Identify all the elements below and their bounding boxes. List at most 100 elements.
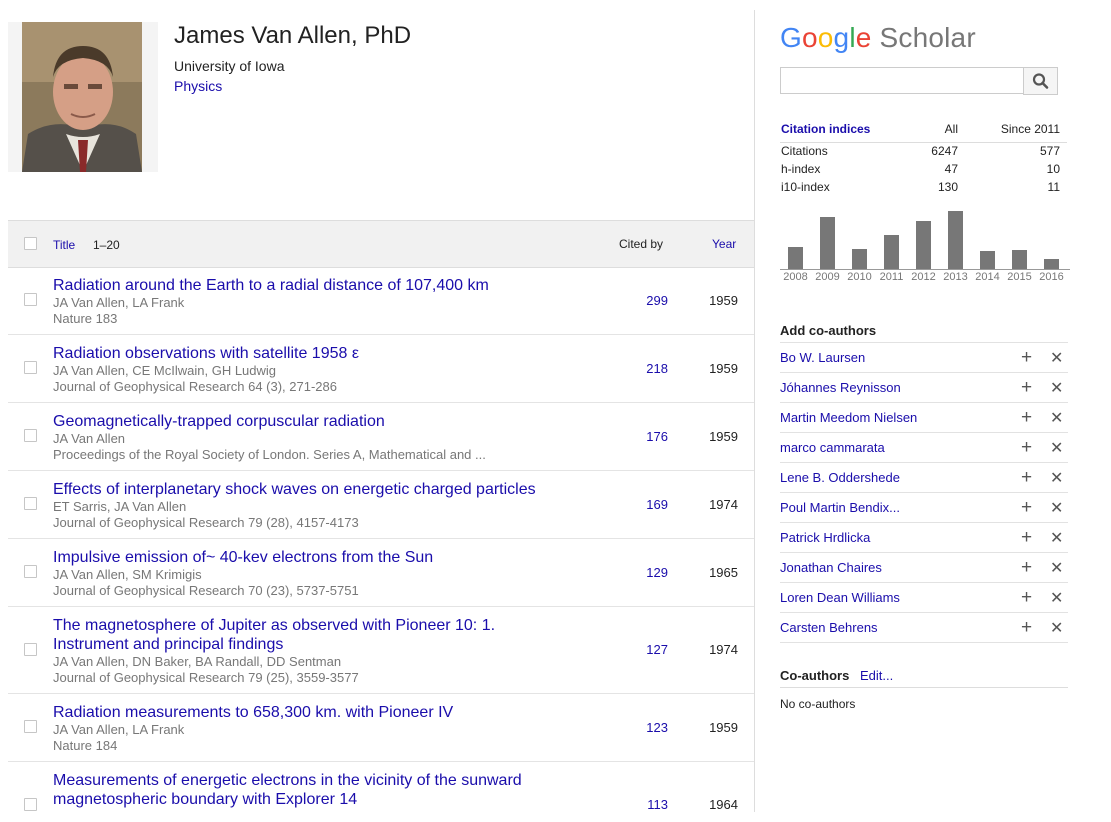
add-coauthor-plus-icon[interactable]: + <box>1021 407 1032 429</box>
coauthor-name-link[interactable]: Loren Dean Williams <box>780 590 900 605</box>
chart-bar[interactable] <box>916 221 931 269</box>
add-coauthor-plus-icon[interactable]: + <box>1021 617 1032 639</box>
article-row: Radiation measurements to 658,300 km. wi… <box>8 694 754 762</box>
citation-since: 11 <box>1047 180 1060 194</box>
chart-bar[interactable] <box>852 249 867 269</box>
cited-by-header[interactable]: Cited by <box>619 237 663 251</box>
cited-by-link[interactable]: 113 <box>618 797 668 812</box>
coauthor-name-link[interactable]: Poul Martin Bendix... <box>780 500 900 515</box>
add-coauthor-plus-icon[interactable]: + <box>1021 347 1032 369</box>
article-row: Radiation around the Earth to a radial d… <box>8 267 754 335</box>
article-row: Measurements of energetic electrons in t… <box>8 762 754 822</box>
profile-field-link[interactable]: Physics <box>174 78 222 94</box>
dismiss-coauthor-close-icon[interactable]: ✕ <box>1050 528 1063 548</box>
article-year: 1959 <box>709 293 738 308</box>
article-year: 1964 <box>709 797 738 812</box>
coauthors-header: Co-authors Edit... <box>780 668 1068 688</box>
cited-by-link[interactable]: 123 <box>618 720 668 735</box>
chart-bar[interactable] <box>980 251 995 269</box>
citation-all: 130 <box>937 180 958 194</box>
dismiss-coauthor-close-icon[interactable]: ✕ <box>1050 618 1063 638</box>
scholar-wordmark: Scholar <box>879 22 976 53</box>
chart-year-label: 2009 <box>815 271 839 283</box>
add-coauthor-plus-icon[interactable]: + <box>1021 377 1032 399</box>
article-title-link[interactable]: The magnetosphere of Jupiter as observed… <box>53 617 495 653</box>
article-title-link[interactable]: Impulsive emission of~ 40-kev electrons … <box>53 549 433 566</box>
chart-bar[interactable] <box>788 247 803 269</box>
coauthor-name-link[interactable]: Patrick Hrdlicka <box>780 530 870 545</box>
article-checkbox[interactable] <box>24 720 37 733</box>
add-coauthor-plus-icon[interactable]: + <box>1021 587 1032 609</box>
add-coauthor-plus-icon[interactable]: + <box>1021 557 1032 579</box>
sort-by-title-link[interactable]: Title <box>53 238 75 252</box>
article-title-link[interactable]: Radiation observations with satellite 19… <box>53 345 359 362</box>
citation-indices-heading: Citation indices <box>781 122 871 136</box>
article-title-link[interactable]: Radiation measurements to 658,300 km. wi… <box>53 704 453 721</box>
dismiss-coauthor-close-icon[interactable]: ✕ <box>1050 438 1063 458</box>
chart-bar[interactable] <box>1044 259 1059 269</box>
chart-bar[interactable] <box>820 217 835 269</box>
coauthor-name-link[interactable]: Carsten Behrens <box>780 620 878 635</box>
chart-bar[interactable] <box>1012 250 1027 269</box>
dismiss-coauthor-close-icon[interactable]: ✕ <box>1050 378 1063 398</box>
citation-since: 577 <box>1039 144 1060 158</box>
sort-by-year-link[interactable]: Year <box>712 237 736 251</box>
chart-bar[interactable] <box>948 211 963 269</box>
article-checkbox[interactable] <box>24 429 37 442</box>
select-all-checkbox[interactable] <box>24 237 37 250</box>
article-title-link[interactable]: Effects of interplanetary shock waves on… <box>53 481 536 498</box>
search-input[interactable] <box>780 67 1023 94</box>
articles-table-header: Title 1–20 Cited by Year <box>8 220 754 268</box>
dismiss-coauthor-close-icon[interactable]: ✕ <box>1050 468 1063 488</box>
dismiss-coauthor-close-icon[interactable]: ✕ <box>1050 588 1063 608</box>
coauthor-suggestion: marco cammarata + ✕ <box>780 433 1068 463</box>
logo-letter: g <box>833 22 850 53</box>
article-checkbox[interactable] <box>24 798 37 811</box>
cited-by-link[interactable]: 176 <box>618 429 668 444</box>
add-coauthor-plus-icon[interactable]: + <box>1021 437 1032 459</box>
article-checkbox[interactable] <box>24 565 37 578</box>
chart-year-label: 2008 <box>783 271 807 283</box>
cited-by-link[interactable]: 129 <box>618 565 668 580</box>
article-year: 1974 <box>709 642 738 657</box>
coauthor-name-link[interactable]: Jóhannes Reynisson <box>780 380 901 395</box>
article-row: Effects of interplanetary shock waves on… <box>8 471 754 539</box>
search-button[interactable] <box>1023 67 1058 95</box>
dismiss-coauthor-close-icon[interactable]: ✕ <box>1050 558 1063 578</box>
google-scholar-logo[interactable]: Google Scholar <box>780 22 976 54</box>
cited-by-link[interactable]: 299 <box>618 293 668 308</box>
article-checkbox[interactable] <box>24 497 37 510</box>
coauthor-name-link[interactable]: marco cammarata <box>780 440 885 455</box>
chart-bar[interactable] <box>884 235 899 269</box>
coauthor-suggestion: Jonathan Chaires + ✕ <box>780 553 1068 583</box>
article-checkbox[interactable] <box>24 643 37 656</box>
article-checkbox[interactable] <box>24 293 37 306</box>
coauthor-name-link[interactable]: Bo W. Laursen <box>780 350 865 365</box>
coauthor-name-link[interactable]: Lene B. Oddershede <box>780 470 900 485</box>
coauthor-name-link[interactable]: Martin Meedom Nielsen <box>780 410 917 425</box>
profile-photo <box>8 22 158 172</box>
dismiss-coauthor-close-icon[interactable]: ✕ <box>1050 498 1063 518</box>
article-venue: Journal of Geophysical Research 70 (23),… <box>53 583 359 598</box>
cited-by-link[interactable]: 169 <box>618 497 668 512</box>
article-title-link[interactable]: Measurements of energetic electrons in t… <box>53 772 522 808</box>
chart-year-label: 2013 <box>943 271 967 283</box>
cited-by-link[interactable]: 218 <box>618 361 668 376</box>
article-checkbox[interactable] <box>24 361 37 374</box>
dismiss-coauthor-close-icon[interactable]: ✕ <box>1050 348 1063 368</box>
no-coauthors-text: No co-authors <box>780 697 856 711</box>
add-coauthor-plus-icon[interactable]: + <box>1021 527 1032 549</box>
add-coauthor-plus-icon[interactable]: + <box>1021 467 1032 489</box>
add-coauthor-plus-icon[interactable]: + <box>1021 497 1032 519</box>
article-title-link[interactable]: Radiation around the Earth to a radial d… <box>53 277 489 294</box>
dismiss-coauthor-close-icon[interactable]: ✕ <box>1050 408 1063 428</box>
coauthor-suggestion: Poul Martin Bendix... + ✕ <box>780 493 1068 523</box>
citation-label: h-index <box>781 162 821 176</box>
article-row: The magnetosphere of Jupiter as observed… <box>8 607 754 694</box>
logo-letter: o <box>817 22 834 53</box>
article-row: Radiation observations with satellite 19… <box>8 335 754 403</box>
article-title-link[interactable]: Geomagnetically-trapped corpuscular radi… <box>53 413 385 430</box>
cited-by-link[interactable]: 127 <box>618 642 668 657</box>
edit-coauthors-link[interactable]: Edit... <box>860 668 893 683</box>
coauthor-name-link[interactable]: Jonathan Chaires <box>780 560 882 575</box>
